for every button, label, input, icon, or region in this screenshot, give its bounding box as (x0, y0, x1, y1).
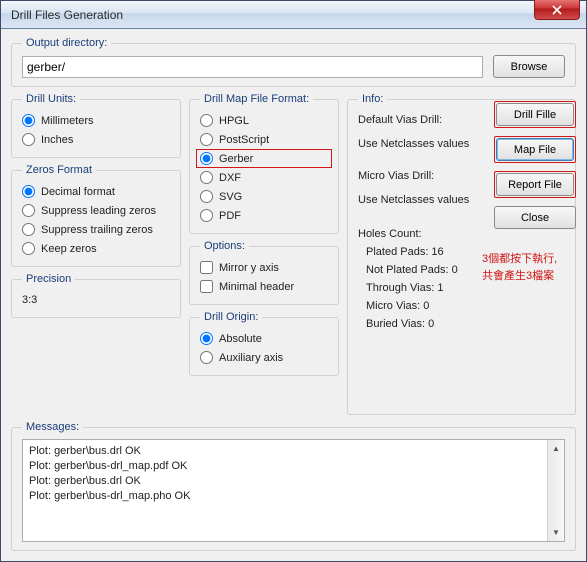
radio-keep-zeros[interactable]: Keep zeros (22, 239, 170, 258)
radio-suppress-trailing-input[interactable] (22, 223, 35, 236)
radio-dxf-input[interactable] (200, 171, 213, 184)
radio-suppress-leading-input[interactable] (22, 204, 35, 217)
radio-hpgl-input[interactable] (200, 114, 213, 127)
radio-suppress-trailing[interactable]: Suppress trailing zeros (22, 220, 170, 239)
scroll-down-icon[interactable]: ▼ (548, 524, 564, 541)
drill-file-button[interactable]: Drill Fille (496, 103, 574, 126)
radio-inches-input[interactable] (22, 133, 35, 146)
info-micro-vias-count: Micro Vias: 0 (358, 297, 565, 315)
radio-svg[interactable]: SVG (200, 187, 328, 206)
messages-scrollbar[interactable]: ▲ ▼ (547, 440, 564, 541)
radio-svg-input[interactable] (200, 190, 213, 203)
drill-origin-legend: Drill Origin: (200, 311, 262, 323)
radio-absolute-input[interactable] (200, 332, 213, 345)
titlebar: Drill Files Generation (1, 1, 586, 29)
browse-button[interactable]: Browse (493, 55, 565, 78)
options-legend: Options: (200, 240, 249, 252)
highlight-report-button: Report File (494, 171, 576, 198)
radio-inches[interactable]: Inches (22, 130, 170, 149)
radio-inches-label: Inches (41, 134, 73, 146)
radio-gerber[interactable]: Gerber (196, 149, 332, 168)
radio-dxf[interactable]: DXF (200, 168, 328, 187)
radio-hpgl[interactable]: HPGL (200, 111, 328, 130)
radio-suppress-leading[interactable]: Suppress leading zeros (22, 201, 170, 220)
radio-suppress-trailing-label: Suppress trailing zeros (41, 224, 153, 236)
precision-legend: Precision (22, 273, 75, 285)
check-minimal-header[interactable]: Minimal header (200, 277, 328, 296)
close-button[interactable]: Close (494, 206, 576, 229)
radio-keep-zeros-label: Keep zeros (41, 243, 97, 255)
dialog-window: Drill Files Generation Output directory:… (0, 0, 587, 562)
close-icon (552, 5, 562, 15)
options-group: Options: Mirror y axis Minimal header (189, 240, 339, 305)
radio-absolute-label: Absolute (219, 333, 262, 345)
messages-box: Plot: gerber\bus.drl OK Plot: gerber\bus… (22, 439, 565, 542)
output-directory-legend: Output directory: (22, 37, 111, 49)
highlight-drill-button: Drill Fille (494, 101, 576, 128)
info-buried-vias: Buried Vias: 0 (358, 315, 565, 333)
radio-auxiliary-label: Auxiliary axis (219, 352, 283, 364)
column-left: Drill Units: Millimeters Inches Zeros Fo… (11, 93, 181, 415)
report-file-button[interactable]: Report File (496, 173, 574, 196)
precision-value: 3:3 (22, 291, 170, 309)
check-minimal-header-input[interactable] (200, 280, 213, 293)
annotation-line2: 共會產生3檔案 (482, 270, 554, 282)
radio-decimal-input[interactable] (22, 185, 35, 198)
radio-millimeters-input[interactable] (22, 114, 35, 127)
annotation-text: 3個都按下執行, 共會產生3檔案 (482, 251, 572, 284)
messages-text[interactable]: Plot: gerber\bus.drl OK Plot: gerber\bus… (23, 440, 547, 541)
middle-columns: Drill Units: Millimeters Inches Zeros Fo… (11, 93, 576, 415)
radio-postscript-input[interactable] (200, 133, 213, 146)
output-directory-group: Output directory: Browse (11, 37, 576, 87)
drill-origin-group: Drill Origin: Absolute Auxiliary axis (189, 311, 339, 376)
radio-pdf-input[interactable] (200, 209, 213, 222)
info-group: Info: Default Vias Drill: Use Netclasses… (347, 93, 576, 415)
output-directory-input[interactable] (22, 56, 483, 78)
drill-units-group: Drill Units: Millimeters Inches (11, 93, 181, 158)
radio-postscript-label: PostScript (219, 134, 269, 146)
scroll-up-icon[interactable]: ▲ (548, 440, 564, 457)
check-mirror-input[interactable] (200, 261, 213, 274)
map-format-legend: Drill Map File Format: (200, 93, 313, 105)
messages-group: Messages: Plot: gerber\bus.drl OK Plot: … (11, 421, 576, 551)
radio-millimeters[interactable]: Millimeters (22, 111, 170, 130)
radio-svg-label: SVG (219, 191, 242, 203)
radio-hpgl-label: HPGL (219, 115, 249, 127)
zeros-format-group: Zeros Format Decimal format Suppress lea… (11, 164, 181, 267)
messages-legend: Messages: (22, 421, 83, 433)
radio-decimal[interactable]: Decimal format (22, 182, 170, 201)
column-middle: Drill Map File Format: HPGL PostScript G… (189, 93, 339, 415)
radio-pdf[interactable]: PDF (200, 206, 328, 225)
zeros-format-legend: Zeros Format (22, 164, 96, 176)
info-legend: Info: (358, 93, 387, 105)
radio-pdf-label: PDF (219, 210, 241, 222)
drill-units-legend: Drill Units: (22, 93, 80, 105)
column-right: Info: Default Vias Drill: Use Netclasses… (347, 93, 576, 415)
window-close-button[interactable] (534, 0, 580, 20)
map-file-button[interactable]: Map File (496, 138, 574, 161)
check-mirror[interactable]: Mirror y axis (200, 258, 328, 277)
window-title: Drill Files Generation (11, 8, 123, 22)
radio-millimeters-label: Millimeters (41, 115, 94, 127)
check-minimal-header-label: Minimal header (219, 281, 294, 293)
annotation-line1: 3個都按下執行, (482, 253, 557, 265)
radio-absolute[interactable]: Absolute (200, 329, 328, 348)
highlight-map-button: Map File (494, 136, 576, 163)
check-mirror-label: Mirror y axis (219, 262, 279, 274)
radio-gerber-label: Gerber (219, 153, 253, 165)
map-format-group: Drill Map File Format: HPGL PostScript G… (189, 93, 339, 234)
radio-auxiliary-input[interactable] (200, 351, 213, 364)
radio-gerber-input[interactable] (200, 152, 213, 165)
dialog-content: Output directory: Browse Drill Units: Mi… (1, 29, 586, 561)
radio-decimal-label: Decimal format (41, 186, 115, 198)
radio-dxf-label: DXF (219, 172, 241, 184)
radio-suppress-leading-label: Suppress leading zeros (41, 205, 156, 217)
radio-auxiliary[interactable]: Auxiliary axis (200, 348, 328, 367)
radio-postscript[interactable]: PostScript (200, 130, 328, 149)
action-button-column: Drill Fille Map File Report File Close (494, 101, 576, 229)
precision-group: Precision 3:3 (11, 273, 181, 318)
radio-keep-zeros-input[interactable] (22, 242, 35, 255)
